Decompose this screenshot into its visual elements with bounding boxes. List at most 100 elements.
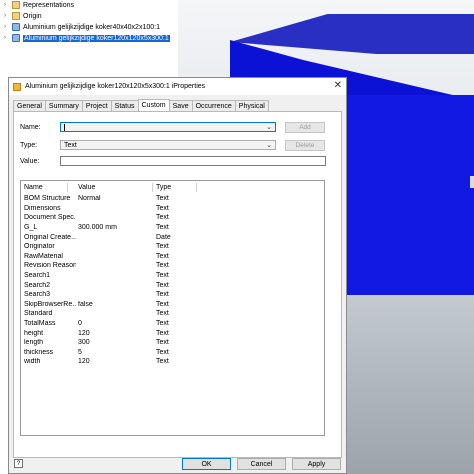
cell-name: Standard: [24, 310, 53, 318]
tree-item-koker-40[interactable]: › Aluminium gelijkzijdige koker40x40x2x1…: [4, 22, 160, 32]
tab-status[interactable]: Status: [110, 100, 139, 111]
part-icon: [12, 23, 20, 31]
cell-type: Text: [156, 358, 169, 366]
column-header-type[interactable]: Type: [156, 184, 196, 191]
table-row[interactable]: TotalMass 0 Text: [21, 319, 324, 329]
cell-type: Date: [156, 233, 171, 241]
cancel-button[interactable]: Cancel: [237, 458, 286, 470]
table-row[interactable]: Originator Text: [21, 242, 324, 252]
table-row[interactable]: RawMaterial Text: [21, 252, 324, 262]
table-row[interactable]: thickness 5 Text: [21, 348, 324, 358]
cell-name: Original Create...: [24, 233, 76, 241]
table-row[interactable]: SkipBrowserRe... false Text: [21, 300, 324, 310]
chevron-down-icon[interactable]: ⌄: [266, 123, 272, 131]
dialog-title: Aluminium gelijkzijdige koker120x120x5x3…: [25, 83, 206, 90]
cell-type: Text: [156, 195, 169, 203]
tab-project[interactable]: Project: [81, 100, 112, 111]
folder-icon: [12, 1, 20, 9]
expand-icon[interactable]: ›: [4, 35, 10, 41]
cell-name: Search1: [24, 272, 51, 280]
cell-name: Document Spec...: [24, 214, 76, 222]
dialog-titlebar[interactable]: Aluminium gelijkzijdige koker120x120x5x3…: [9, 78, 346, 95]
cell-type: Text: [156, 214, 169, 222]
expand-icon[interactable]: ›: [4, 13, 10, 19]
sort-indicator-icon: [67, 183, 68, 192]
column-header-name[interactable]: Name: [24, 184, 76, 191]
cell-value: 120: [78, 329, 90, 337]
part-top-face: [230, 14, 474, 54]
cell-value: 0: [78, 320, 82, 328]
tab-physical[interactable]: Physical: [234, 100, 269, 111]
tab-summary[interactable]: Summary: [44, 100, 83, 111]
tab-general[interactable]: General: [13, 100, 46, 111]
table-row[interactable]: width 120 Text: [21, 357, 324, 367]
cell-name: Search2: [24, 281, 51, 289]
column-divider: [196, 183, 197, 192]
cell-value: 5: [78, 348, 82, 356]
table-row[interactable]: Original Create... Date: [21, 232, 324, 242]
name-combo[interactable]: ⌄: [60, 122, 276, 132]
tree-item-origin[interactable]: › Origin: [4, 11, 42, 21]
table-row[interactable]: BOM Structure Normal Text: [21, 194, 324, 204]
column-header-value[interactable]: Value: [78, 184, 152, 191]
value-input[interactable]: [60, 156, 326, 166]
properties-grid: Name Value Type BOM Structure Normal Text D…: [20, 180, 325, 436]
close-icon[interactable]: ✕: [334, 81, 342, 91]
text-caret: [64, 123, 65, 131]
folder-icon: [12, 12, 20, 20]
cell-name: SkipBrowserRe...: [24, 300, 76, 308]
cell-type: Text: [156, 310, 169, 318]
add-button[interactable]: Add: [285, 122, 325, 133]
value-label: Value:: [20, 158, 40, 165]
part-edge-marker: [470, 176, 474, 188]
ok-button[interactable]: OK: [182, 458, 231, 470]
tab-occurrence[interactable]: Occurrence: [191, 100, 236, 111]
expand-icon[interactable]: ›: [4, 24, 10, 30]
cell-type: Text: [156, 291, 169, 299]
table-row[interactable]: Search2 Text: [21, 280, 324, 290]
table-row[interactable]: Search3 Text: [21, 290, 324, 300]
custom-tab-panel: Name: ⌄ Add Type: Text ⌄ Delete Value: N…: [13, 111, 342, 458]
cell-name: width: [24, 358, 41, 366]
cell-value: Normal: [78, 195, 101, 203]
apply-button[interactable]: Apply: [292, 458, 341, 470]
grid-header: Name Value Type: [21, 183, 324, 193]
table-row[interactable]: Search1 Text: [21, 271, 324, 281]
cell-name: TotalMass: [24, 320, 56, 328]
cell-type: Text: [156, 300, 169, 308]
cell-name: Revision Reason: [24, 262, 76, 270]
cell-type: Text: [156, 204, 169, 212]
cell-name: Originator: [24, 243, 55, 251]
table-row[interactable]: length 300 Text: [21, 338, 324, 348]
cell-type: Text: [156, 262, 169, 270]
cell-name: height: [24, 329, 44, 337]
cell-type: Text: [156, 348, 169, 356]
table-row[interactable]: G_L 300.000 mm Text: [21, 223, 324, 233]
cell-name: Dimensions: [24, 204, 61, 212]
cell-name: RawMaterial: [24, 252, 63, 260]
iproperties-icon: [13, 82, 21, 91]
delete-button[interactable]: Delete: [285, 140, 325, 151]
cell-type: Text: [156, 243, 169, 251]
tab-save[interactable]: Save: [168, 100, 193, 111]
chevron-down-icon[interactable]: ⌄: [266, 141, 272, 149]
expand-icon[interactable]: ›: [4, 2, 10, 8]
tree-item-representations[interactable]: › Representations: [4, 0, 74, 10]
name-label: Name:: [20, 124, 41, 131]
table-row[interactable]: Standard Text: [21, 309, 324, 319]
cell-value: 300: [78, 339, 90, 347]
table-row[interactable]: height 120 Text: [21, 328, 324, 338]
cell-type: Text: [156, 252, 169, 260]
tree-item-koker-120[interactable]: › Aluminium gelijkzijdige koker120x120x5…: [4, 33, 170, 43]
cell-name: length: [24, 339, 44, 347]
cell-name: Search3: [24, 291, 51, 299]
table-row[interactable]: Document Spec... Text: [21, 213, 324, 223]
cell-value: 120: [78, 358, 90, 366]
cell-type: Text: [156, 224, 169, 232]
tab-custom[interactable]: Custom: [137, 99, 170, 111]
table-row[interactable]: Revision Reason Text: [21, 261, 324, 271]
help-icon[interactable]: ?: [14, 459, 23, 468]
table-row[interactable]: Dimensions Text: [21, 204, 324, 214]
type-select[interactable]: Text ⌄: [60, 140, 276, 150]
cell-name: thickness: [24, 348, 54, 356]
